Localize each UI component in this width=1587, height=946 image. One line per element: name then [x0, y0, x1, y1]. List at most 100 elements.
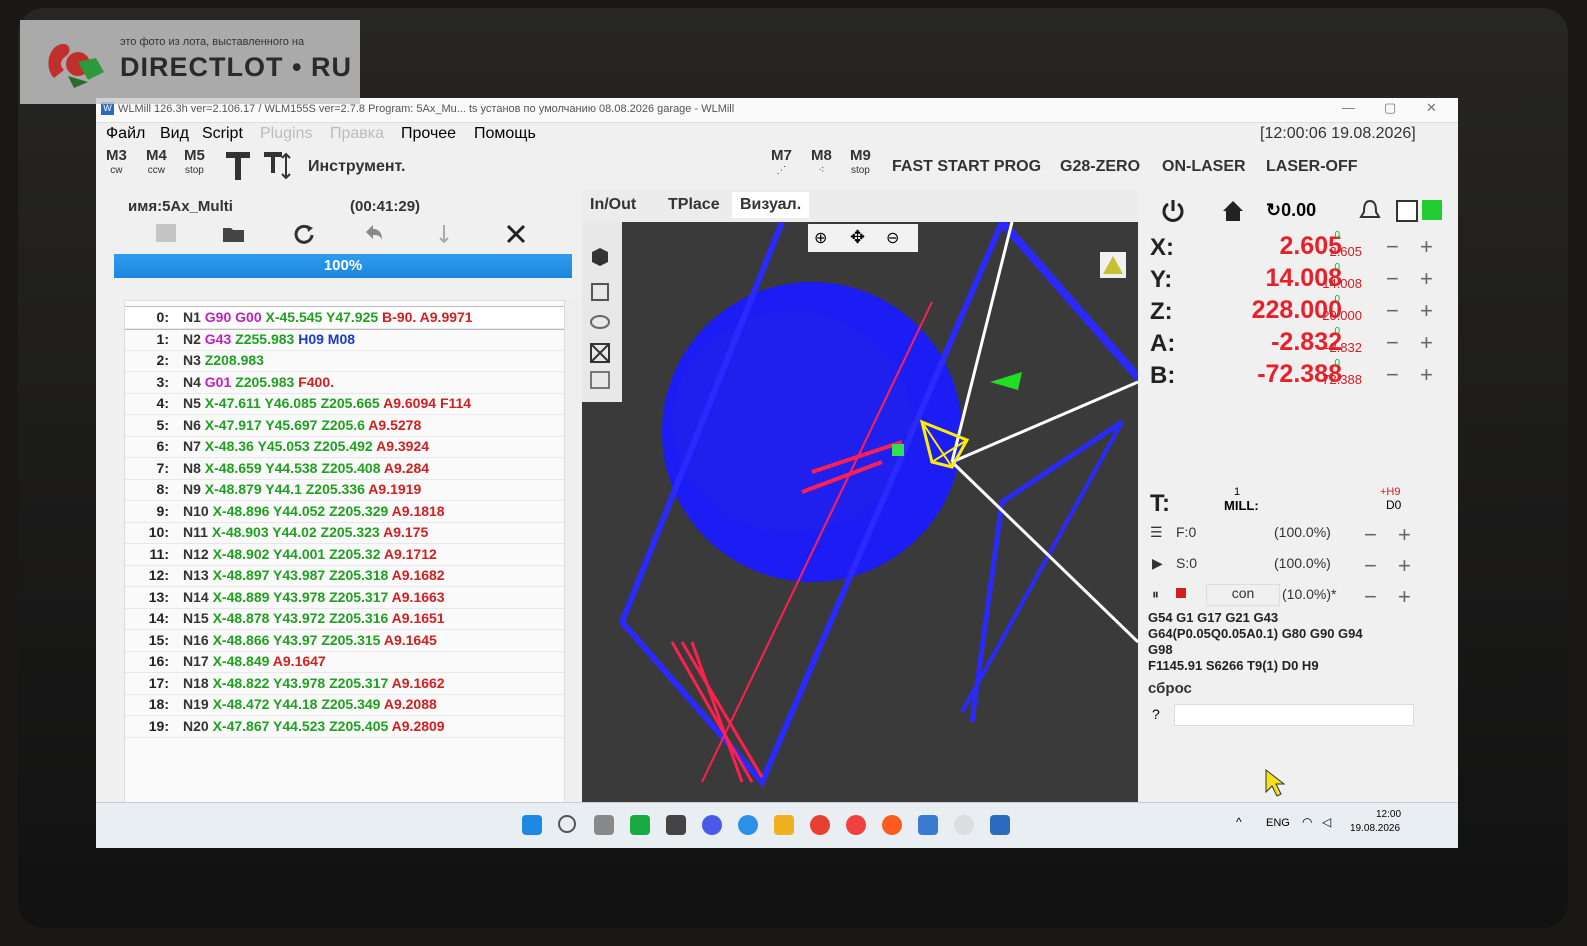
gcode-list[interactable]: 0: N1 G90 G00 X-45.545 Y47.925 B-90. A9.9…: [124, 300, 566, 848]
power-icon[interactable]: [1160, 198, 1186, 224]
3d-viewport[interactable]: ⊕ ✥ ⊖: [582, 222, 1138, 822]
con-button[interactable]: con: [1206, 584, 1280, 606]
explorer-icon[interactable]: [774, 815, 794, 835]
axis-plus-button[interactable]: +: [1420, 362, 1433, 388]
language-indicator[interactable]: ENG: [1266, 817, 1290, 829]
pan-icon[interactable]: ✥: [850, 227, 865, 248]
gcode-row[interactable]: 9: N10 X-48.896 Y44.052 Z205.329 A9.1818: [125, 501, 565, 523]
wifi-icon[interactable]: ◠: [1302, 815, 1312, 829]
taskbar-time[interactable]: 12:00: [1376, 809, 1401, 820]
wlmill-task-icon[interactable]: [990, 815, 1010, 835]
m8-button[interactable]: M8 ⁖: [811, 148, 832, 178]
open-folder-icon[interactable]: [222, 224, 246, 244]
con-plus-button[interactable]: +: [1398, 584, 1411, 610]
bell-icon[interactable]: [1358, 198, 1382, 224]
feed-minus-button[interactable]: −: [1364, 522, 1377, 548]
gcode-row[interactable]: 16: N17 X-48.849 A9.1647: [125, 651, 565, 673]
app64-icon[interactable]: [630, 815, 650, 835]
gcode-row[interactable]: 15: N16 X-48.866 Y43.97 Z205.315 A9.1645: [125, 630, 565, 652]
m7-button[interactable]: M7 ⋰: [771, 148, 792, 178]
gcode-row[interactable]: 4: N5 X-47.611 Y46.085 Z205.665 A9.6094 F…: [125, 393, 565, 415]
app-h-icon[interactable]: [666, 815, 686, 835]
menu-other[interactable]: Прочее: [401, 125, 456, 143]
command-input[interactable]: [1174, 704, 1414, 726]
gcode-row[interactable]: 2: N3 Z208.983: [125, 350, 565, 372]
spindle-minus-button[interactable]: −: [1364, 553, 1377, 579]
spindle-plus-button[interactable]: +: [1398, 553, 1411, 579]
axis-plus-button[interactable]: +: [1420, 234, 1433, 260]
m9-button[interactable]: M9 stop: [850, 148, 871, 178]
stop-icon[interactable]: [1176, 588, 1186, 598]
step-down-icon[interactable]: [436, 222, 452, 246]
axis-plus-button[interactable]: +: [1420, 266, 1433, 292]
list-icon[interactable]: ☰: [1150, 524, 1163, 541]
reset-button[interactable]: сброс: [1148, 680, 1192, 697]
tab-inout[interactable]: In/Out: [590, 196, 636, 214]
axis-minus-button[interactable]: −: [1386, 362, 1399, 388]
on-laser-button[interactable]: ON-LASER: [1162, 158, 1246, 176]
search-icon[interactable]: [558, 815, 576, 833]
gcode-row[interactable]: 18: N19 X-48.472 Y44.18 Z205.349 A9.2088: [125, 694, 565, 716]
gcode-row[interactable]: 3: N4 G01 Z205.983 F400.: [125, 372, 565, 394]
tool-icon[interactable]: [224, 150, 252, 182]
gcode-scrollbar[interactable]: [564, 300, 579, 848]
play-icon[interactable]: ▶: [1152, 555, 1163, 572]
g28-zero-button[interactable]: G28-ZERO: [1060, 158, 1140, 176]
close-program-icon[interactable]: [504, 222, 528, 246]
zoom-out-icon[interactable]: ⊖: [886, 228, 899, 248]
gcode-row[interactable]: 6: N7 X-48.36 Y45.053 Z205.492 A9.3924: [125, 436, 565, 458]
pause-icon[interactable]: ⏸: [1152, 586, 1159, 603]
maximize-icon[interactable]: ▢: [1384, 100, 1396, 116]
chrome-icon[interactable]: [810, 815, 830, 835]
save-icon[interactable]: [156, 224, 176, 242]
menu-script[interactable]: Script: [202, 125, 243, 143]
tool-menu[interactable]: Инструмент.: [308, 158, 405, 176]
gcode-row[interactable]: 7: N8 X-48.659 Y44.538 Z205.408 A9.284: [125, 458, 565, 480]
menu-edit[interactable]: Правка: [330, 125, 384, 143]
gcode-row[interactable]: 0: N1 G90 G00 X-45.545 Y47.925 B-90. A9.9…: [125, 306, 565, 330]
gcode-row[interactable]: 8: N9 X-48.879 Y44.1 Z205.336 A9.1919: [125, 479, 565, 501]
m5-button[interactable]: M5 stop: [184, 148, 205, 178]
m3-button[interactable]: M3 cw: [106, 148, 127, 178]
menu-file[interactable]: Файл: [106, 125, 145, 143]
calculator-icon[interactable]: [918, 815, 938, 835]
gcode-row[interactable]: 13: N14 X-48.889 Y43.978 Z205.317 A9.1663: [125, 587, 565, 609]
menu-help[interactable]: Помощь: [474, 125, 536, 143]
gcode-row[interactable]: 10: N11 X-48.903 Y44.02 Z205.323 A9.175: [125, 522, 565, 544]
reload-icon[interactable]: [292, 222, 316, 246]
warning-icon[interactable]: [1100, 252, 1126, 278]
gcode-row[interactable]: 12: N13 X-48.897 Y43.987 Z205.318 A9.1682: [125, 565, 565, 587]
axis-minus-button[interactable]: −: [1386, 234, 1399, 260]
home-icon[interactable]: [1220, 198, 1246, 224]
tab-visual[interactable]: Визуал.: [732, 192, 810, 218]
fast-start-button[interactable]: FAST START PROG: [892, 158, 1041, 176]
taskview-icon[interactable]: [594, 815, 614, 835]
feed-override-display[interactable]: ↻0.00: [1266, 200, 1316, 221]
tool-length-icon[interactable]: [262, 150, 294, 182]
gcode-row[interactable]: 11: N12 X-48.902 Y44.001 Z205.32 A9.1712: [125, 544, 565, 566]
back-icon[interactable]: [362, 222, 386, 246]
app-round-icon[interactable]: [702, 815, 722, 835]
axis-minus-button[interactable]: −: [1386, 330, 1399, 356]
axis-plus-button[interactable]: +: [1420, 298, 1433, 324]
shield-icon[interactable]: [954, 815, 974, 835]
start-icon[interactable]: [522, 815, 542, 835]
gcode-row[interactable]: 17: N18 X-48.822 Y43.978 Z205.317 A9.1662: [125, 673, 565, 695]
gcode-row[interactable]: 14: N15 X-48.878 Y43.972 Z205.316 A9.1651: [125, 608, 565, 630]
feed-plus-button[interactable]: +: [1398, 522, 1411, 548]
laser-off-button[interactable]: LASER-OFF: [1266, 158, 1358, 176]
gcode-row[interactable]: 5: N6 X-47.917 Y45.697 Z205.6 A9.5278: [125, 415, 565, 437]
status-box-white[interactable]: [1396, 200, 1418, 222]
help-icon[interactable]: ?: [1152, 706, 1160, 722]
status-box-green[interactable]: [1422, 200, 1442, 220]
tab-tplace[interactable]: TPlace: [668, 196, 720, 214]
gcode-row[interactable]: 1: N2 G43 Z255.983 H09 M08: [125, 329, 565, 351]
yandex-browser-icon[interactable]: [846, 815, 866, 835]
axis-minus-button[interactable]: −: [1386, 266, 1399, 292]
close-window-icon[interactable]: ✕: [1426, 100, 1437, 116]
con-minus-button[interactable]: −: [1364, 584, 1377, 610]
yandex-icon[interactable]: [882, 815, 902, 835]
edge-icon[interactable]: [738, 815, 758, 835]
axis-plus-button[interactable]: +: [1420, 330, 1433, 356]
minimize-icon[interactable]: —: [1342, 100, 1355, 115]
